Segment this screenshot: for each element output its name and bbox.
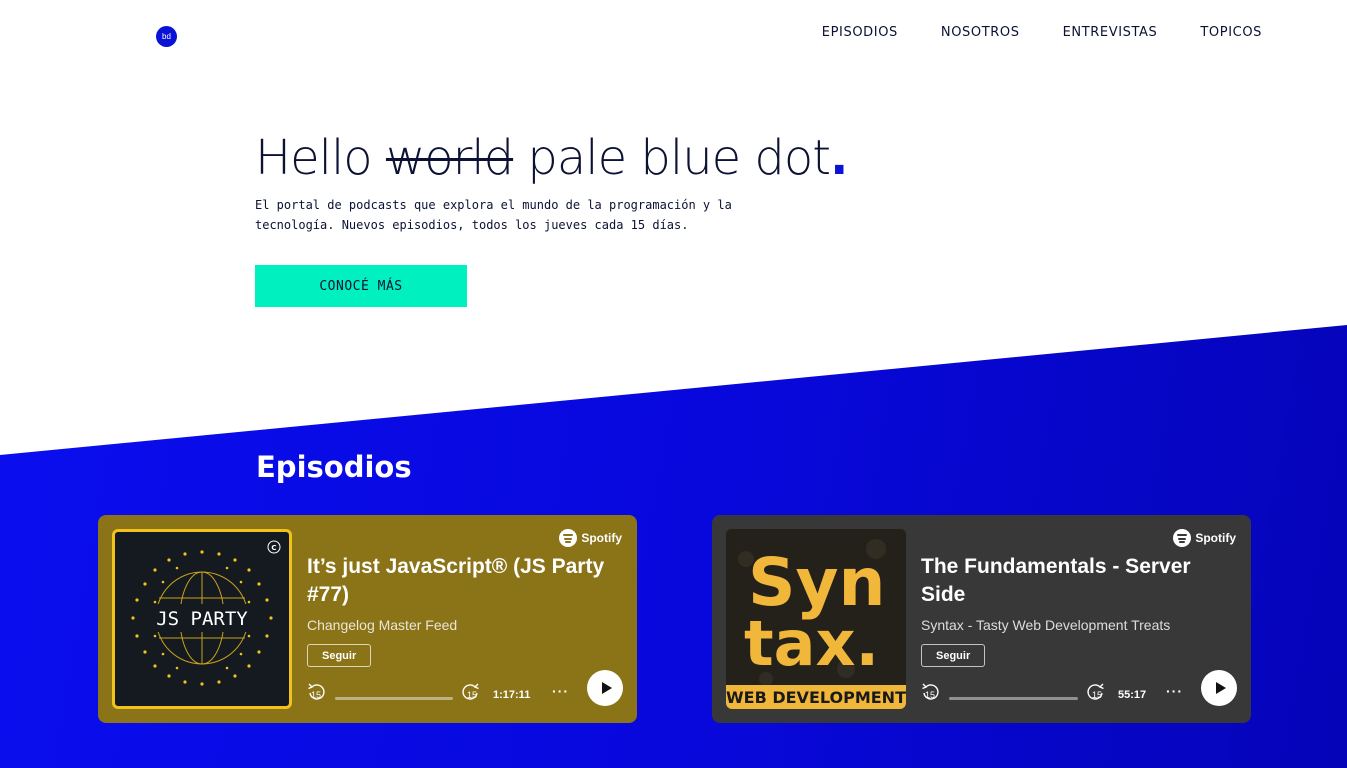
spotify-icon: [559, 529, 578, 547]
progress-bar[interactable]: [949, 697, 1078, 700]
hero-title-start: Hello: [255, 130, 373, 186]
episode-duration: 1:17:11: [493, 689, 531, 701]
rewind-15-icon[interactable]: 15: [306, 681, 328, 703]
more-options-icon[interactable]: ···: [552, 683, 569, 699]
follow-button[interactable]: Seguir: [307, 644, 372, 667]
episode-title[interactable]: It’s just JavaScript® (JS Party #77): [307, 553, 617, 609]
forward-15-icon[interactable]: 15: [459, 681, 481, 703]
nav-nosotros[interactable]: NOSOTROS: [941, 25, 1020, 40]
cta-button[interactable]: CONOCÉ MÁS: [255, 265, 467, 307]
episode-cover-syntax[interactable]: Syn tax. WEB DEVELOPMENT: [726, 529, 906, 709]
svg-text:15: 15: [1092, 690, 1102, 700]
hero-title-dot: .: [830, 130, 848, 186]
js-party-globe-art: JS PARTY C: [131, 540, 281, 686]
hero-title-end: pale blue dot: [527, 130, 831, 186]
syntax-cover-banner: WEB DEVELOPMENT: [726, 688, 906, 707]
nav-episodios[interactable]: EPISODIOS: [822, 25, 898, 40]
play-button[interactable]: [1201, 670, 1237, 706]
hero-title: Hello world pale blue dot.: [255, 130, 848, 186]
spotify-link[interactable]: Spotify: [559, 529, 622, 547]
episode-show[interactable]: Syntax - Tasty Web Development Treats: [921, 617, 1170, 633]
episode-duration: 55:17: [1118, 689, 1147, 701]
forward-15-icon[interactable]: 15: [1084, 681, 1106, 703]
progress-bar[interactable]: [335, 697, 453, 700]
episode-cover-js-party[interactable]: JS PARTY C: [112, 529, 292, 709]
logo[interactable]: bd: [156, 26, 177, 47]
spotify-link[interactable]: Spotify: [1173, 529, 1236, 547]
play-icon: [1215, 682, 1226, 694]
hero-title-strike: world: [385, 130, 514, 186]
js-party-cover-text: JS PARTY: [156, 608, 248, 630]
play-icon: [601, 682, 612, 694]
syntax-cover-line2: tax.: [744, 607, 879, 680]
episodes-section-title: Episodios: [256, 450, 412, 484]
hero-subtitle-line1: El portal de podcasts que explora el mun…: [255, 198, 732, 212]
spotify-icon: [1173, 529, 1192, 547]
main-nav: EPISODIOS NOSOTROS ENTREVISTAS TOPICOS: [822, 25, 1262, 40]
more-options-icon[interactable]: ···: [1166, 683, 1183, 699]
nav-topicos[interactable]: TOPICOS: [1200, 25, 1262, 40]
changelog-badge: C: [271, 544, 276, 552]
hero-subtitle: El portal de podcasts que explora el mun…: [255, 195, 775, 235]
spotify-label: Spotify: [581, 531, 622, 545]
follow-button[interactable]: Seguir: [921, 644, 986, 667]
play-button[interactable]: [587, 670, 623, 706]
svg-text:15: 15: [467, 690, 477, 700]
hero-subtitle-line2: tecnología. Nuevos episodios, todos los …: [255, 218, 689, 232]
nav-entrevistas[interactable]: ENTREVISTAS: [1063, 25, 1158, 40]
syntax-cover-art: Syn tax. WEB DEVELOPMENT: [726, 529, 906, 709]
episode-title[interactable]: The Fundamentals - Server Side: [921, 553, 1231, 609]
episode-show[interactable]: Changelog Master Feed: [307, 617, 457, 633]
svg-text:15: 15: [311, 690, 321, 700]
spotify-label: Spotify: [1195, 531, 1236, 545]
episode-card: JS PARTY C Spotify It’s just JavaScript®…: [98, 515, 637, 723]
rewind-15-icon[interactable]: 15: [920, 681, 942, 703]
episode-card: Syn tax. WEB DEVELOPMENT Spotify The Fun…: [712, 515, 1251, 723]
svg-text:15: 15: [925, 690, 935, 700]
